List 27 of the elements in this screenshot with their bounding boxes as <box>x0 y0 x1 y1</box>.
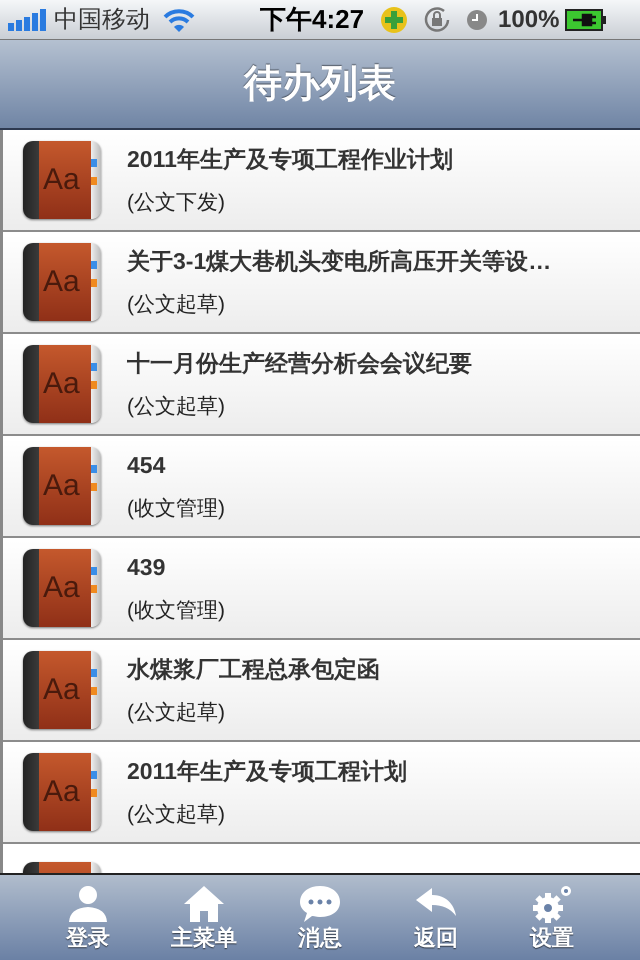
todo-type: (公文下发) <box>127 190 226 216</box>
todo-title: 2011年生产及专项工程计划 <box>127 757 407 786</box>
clock-time: 下午4:27 <box>260 3 364 36</box>
todo-type: (公文起草) <box>127 802 226 828</box>
todo-title: 水煤浆厂工程总承包定函 <box>127 655 380 684</box>
todo-title: 十一月份生产经营分析会会议纪要 <box>127 349 472 378</box>
todo-type: (收文管理) <box>127 496 225 522</box>
gear-icon <box>530 884 574 924</box>
person-icon <box>66 884 110 924</box>
todo-title: 439 <box>127 553 166 582</box>
todo-type: (收文管理) <box>127 598 225 624</box>
wifi-icon <box>162 6 196 32</box>
battery-percent: 100% <box>498 4 560 34</box>
speech-bubble-icon <box>298 884 342 924</box>
todo-title: 关于3-1煤大巷机头变电所高压开关等设… <box>127 247 552 276</box>
alarm-clock-icon <box>466 8 488 30</box>
todo-title: 2011年生产及专项工程作业计划 <box>127 145 453 174</box>
todo-type: (公文起草) <box>127 394 226 420</box>
todo-title: 454 <box>127 451 166 480</box>
page-title: 待办列表 <box>244 62 396 106</box>
plus-badge-icon <box>380 6 408 34</box>
todo-type: (公文起草) <box>127 292 226 318</box>
battery-charging-icon <box>565 8 608 30</box>
carrier-name: 中国移动 <box>54 4 150 34</box>
signal-icon <box>8 8 48 30</box>
home-icon <box>182 884 226 924</box>
todo-type: (公文起草) <box>127 700 226 726</box>
